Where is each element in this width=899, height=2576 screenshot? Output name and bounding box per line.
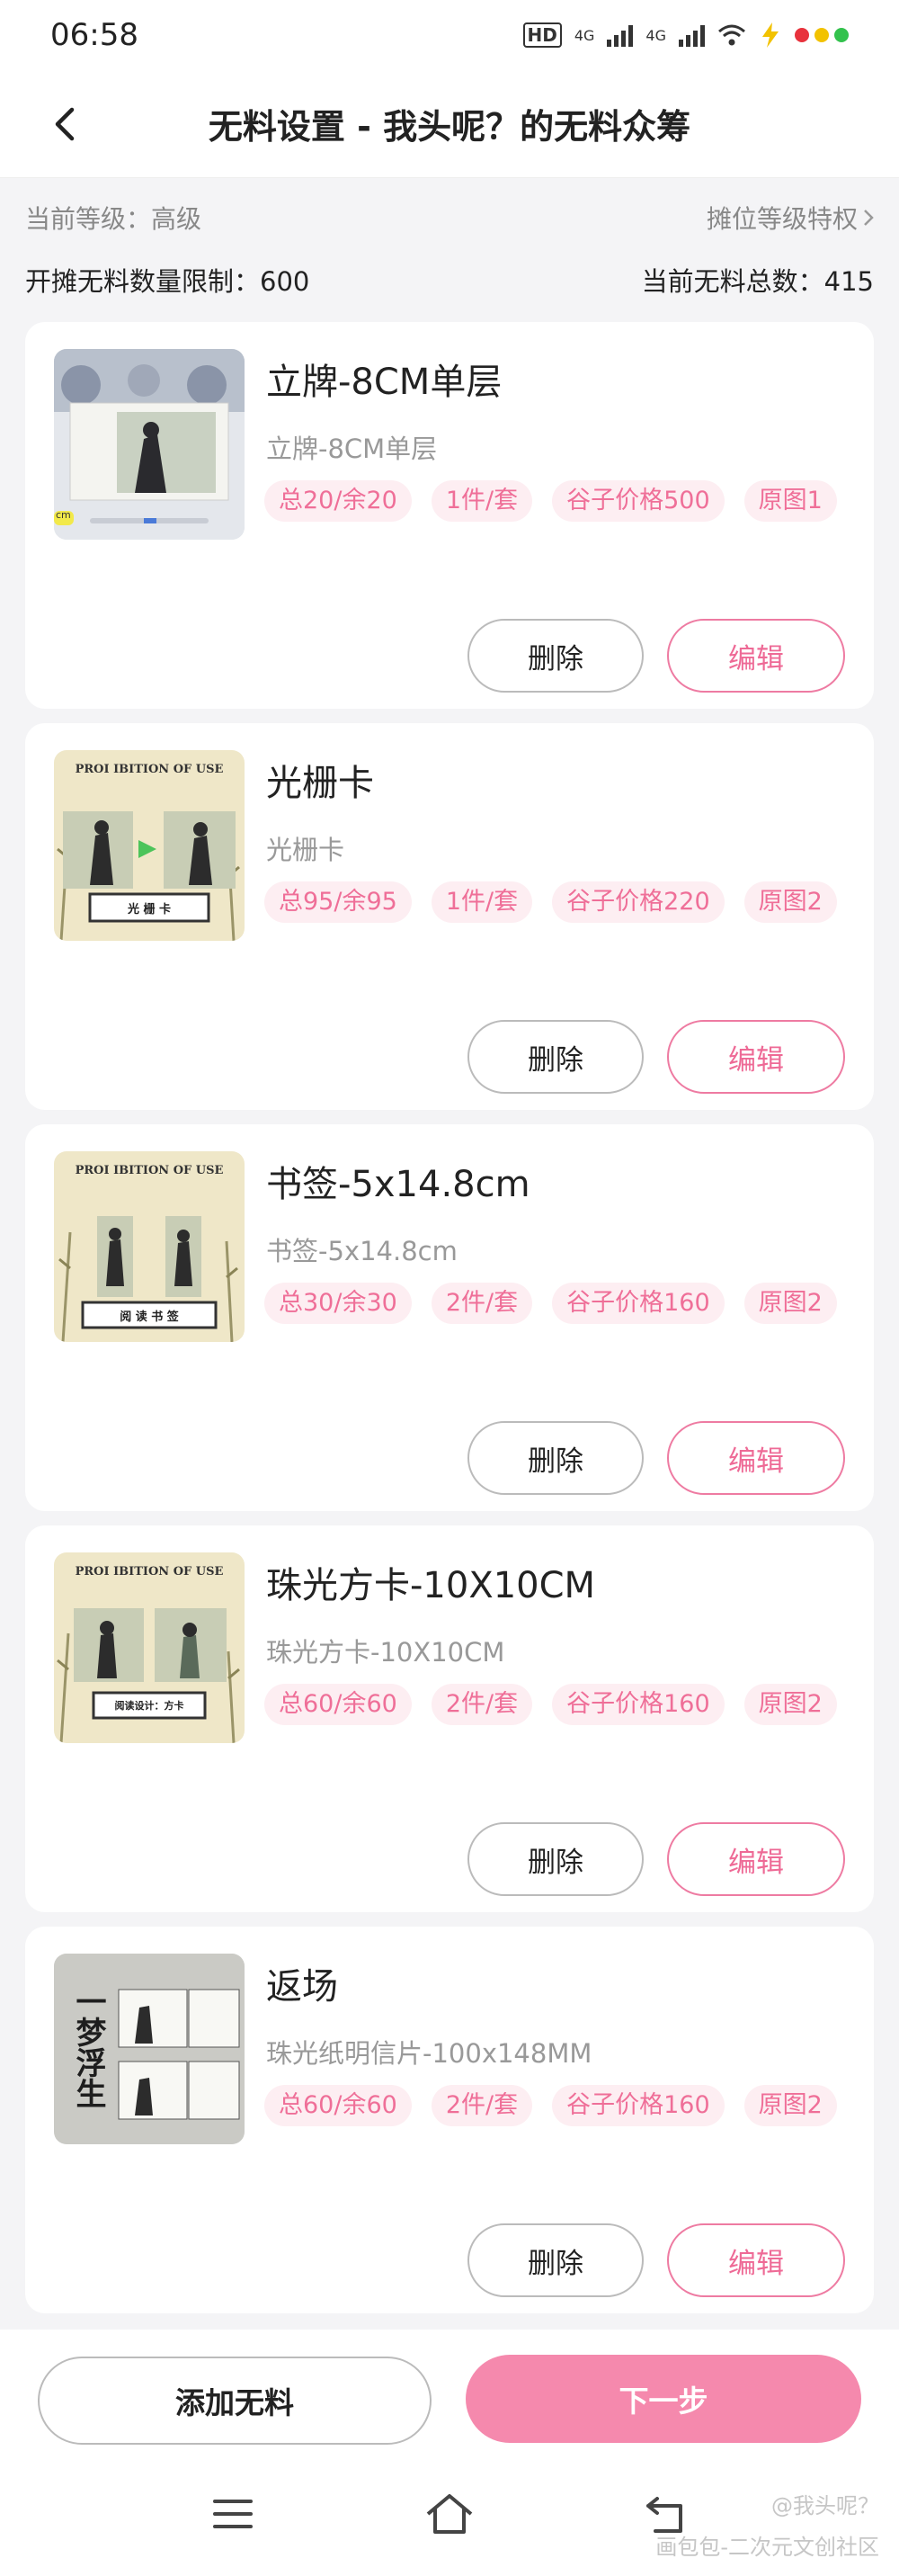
item-thumbnail: PROI IBITION OF USE 光 栅 卡 — [54, 750, 245, 941]
item-limit-label: 开摊无料数量限制：600 — [25, 266, 310, 297]
artwork-tag: 原图2 — [743, 881, 837, 923]
home-icon[interactable] — [424, 2492, 475, 2536]
item-card: PROI IBITION OF USE 阅读设计：方卡 珠光方卡-10X10CM… — [25, 1525, 874, 1912]
item-tags: 总60/余60 2件/套 谷子价格160 原图2 — [264, 2085, 840, 2126]
stock-tag: 总20/余20 — [264, 480, 412, 522]
bottom-action-bar: 添加无料 下一步 @我头呢？ 画包包-二次元文创社区 — [0, 2330, 899, 2576]
thumbnail-caption: 阅读设计：方卡 — [114, 1700, 184, 1712]
count-info-row: 开摊无料数量限制：600 当前无料总数：415 — [25, 261, 874, 299]
charging-icon — [762, 22, 779, 48]
edit-button[interactable]: 编辑 — [667, 1421, 845, 1495]
chevron-right-icon — [864, 210, 874, 226]
thumbnail-caption: cm — [56, 509, 71, 521]
price-tag: 谷子价格500 — [552, 480, 725, 522]
item-subtitle: 珠光方卡-10X10CM — [266, 1637, 505, 1668]
thumbnail-caption: 一梦浮生 — [70, 1986, 106, 2108]
item-tags: 总60/余60 2件/套 谷子价格160 原图2 — [264, 1684, 840, 1725]
thumbnail-banner: PROI IBITION OF USE — [75, 1164, 224, 1177]
edit-button[interactable]: 编辑 — [667, 619, 845, 693]
watermark-site: 画包包-二次元文创社区 — [655, 2535, 879, 2560]
edit-button[interactable]: 编辑 — [667, 2223, 845, 2297]
level-privilege-label: 摊位等级特权 — [706, 204, 858, 234]
item-thumbnail: PROI IBITION OF USE 阅 读 书 签 — [54, 1151, 245, 1342]
item-thumbnail: PROI IBITION OF USE 阅读设计：方卡 — [54, 1552, 245, 1743]
stock-tag: 总60/余60 — [264, 2085, 412, 2126]
status-time: 06:58 — [50, 17, 138, 53]
delete-button[interactable]: 删除 — [467, 1020, 644, 1094]
status-bar: 06:58 HD 4G 4G — [0, 0, 899, 70]
item-thumbnail: 一梦浮生 — [54, 1954, 245, 2144]
battery-dot-green-icon — [834, 28, 849, 42]
item-card: cm 立牌-8CM单层 立牌-8CM单层 总20/余20 1件/套 谷子价格50… — [25, 322, 874, 709]
item-card: 一梦浮生 返场 珠光纸明信片-100x148MM 总60/余60 2件/套 谷子… — [25, 1927, 874, 2313]
item-subtitle: 光栅卡 — [266, 835, 345, 865]
network-label-1: 4G — [574, 26, 595, 44]
item-subtitle: 书签-5x14.8cm — [266, 1236, 458, 1266]
item-card: PROI IBITION OF USE 光 栅 卡 光栅卡 光栅卡 总95/余9… — [25, 723, 874, 1110]
thumbnail-banner: PROI IBITION OF USE — [75, 1565, 224, 1579]
back-arrow-icon[interactable] — [47, 104, 86, 144]
set-count-tag: 1件/套 — [431, 480, 533, 522]
status-icons: HD 4G 4G — [522, 22, 849, 49]
menu-icon[interactable] — [211, 2496, 254, 2532]
network-label-2: 4G — [645, 26, 666, 44]
artwork-tag: 原图2 — [743, 2085, 837, 2126]
artwork-tag: 原图2 — [743, 1684, 837, 1725]
signal-icon-1 — [607, 23, 634, 47]
item-title: 书签-5x14.8cm — [266, 1164, 530, 1205]
price-tag: 谷子价格160 — [552, 1684, 725, 1725]
artwork-tag: 原图2 — [743, 1283, 837, 1324]
price-tag: 谷子价格160 — [552, 2085, 725, 2126]
wifi-icon — [718, 24, 745, 46]
delete-button[interactable]: 删除 — [467, 1421, 644, 1495]
item-tags: 总30/余30 2件/套 谷子价格160 原图2 — [264, 1283, 840, 1324]
artwork-tag: 原图1 — [743, 480, 837, 522]
stock-tag: 总95/余95 — [264, 881, 412, 923]
stock-tag: 总60/余60 — [264, 1684, 412, 1725]
price-tag: 谷子价格220 — [552, 881, 725, 923]
thumbnail-caption: 阅 读 书 签 — [120, 1310, 179, 1324]
hd-icon: HD — [522, 22, 562, 48]
item-title: 立牌-8CM单层 — [266, 362, 503, 403]
set-count-tag: 1件/套 — [431, 881, 533, 923]
set-count-tag: 2件/套 — [431, 1684, 533, 1725]
price-tag: 谷子价格160 — [552, 1283, 725, 1324]
nav-bar: 无料设置 - 我头呢？的无料众筹 — [0, 70, 899, 178]
item-tags: 总95/余95 1件/套 谷子价格220 原图2 — [264, 881, 840, 923]
item-title: 返场 — [266, 1966, 338, 2008]
set-count-tag: 2件/套 — [431, 2085, 533, 2126]
item-subtitle: 珠光纸明信片-100x148MM — [266, 2038, 592, 2069]
level-info-row: 当前等级：高级 摊位等级特权 — [25, 200, 874, 236]
edit-button[interactable]: 编辑 — [667, 1822, 845, 1896]
item-title: 光栅卡 — [266, 763, 374, 804]
next-step-button[interactable]: 下一步 — [466, 2355, 861, 2443]
item-subtitle: 立牌-8CM单层 — [266, 434, 438, 464]
watermark-username: @我头呢？ — [771, 2493, 879, 2518]
battery-dot-red-icon — [795, 28, 809, 42]
add-item-button[interactable]: 添加无料 — [38, 2357, 432, 2445]
edit-button[interactable]: 编辑 — [667, 1020, 845, 1094]
page-title: 无料设置 - 我头呢？的无料众筹 — [208, 107, 691, 147]
battery-dot-yellow-icon — [814, 28, 829, 42]
delete-button[interactable]: 删除 — [467, 619, 644, 693]
item-total-label: 当前无料总数：415 — [641, 266, 874, 297]
current-level-label: 当前等级：高级 — [25, 204, 202, 234]
set-count-tag: 2件/套 — [431, 1283, 533, 1324]
signal-icon-2 — [679, 23, 705, 47]
delete-button[interactable]: 删除 — [467, 1822, 644, 1896]
stock-tag: 总30/余30 — [264, 1283, 412, 1324]
thumbnail-banner: PROI IBITION OF USE — [75, 763, 224, 776]
delete-button[interactable]: 删除 — [467, 2223, 644, 2297]
item-card: PROI IBITION OF USE 阅 读 书 签 书签-5x14.8cm … — [25, 1124, 874, 1511]
item-title: 珠光方卡-10X10CM — [266, 1565, 596, 1606]
item-tags: 总20/余20 1件/套 谷子价格500 原图1 — [264, 480, 840, 522]
item-thumbnail: cm — [54, 349, 245, 540]
thumbnail-caption: 光 栅 卡 — [127, 903, 172, 917]
level-privilege-link[interactable]: 摊位等级特权 — [707, 200, 874, 236]
